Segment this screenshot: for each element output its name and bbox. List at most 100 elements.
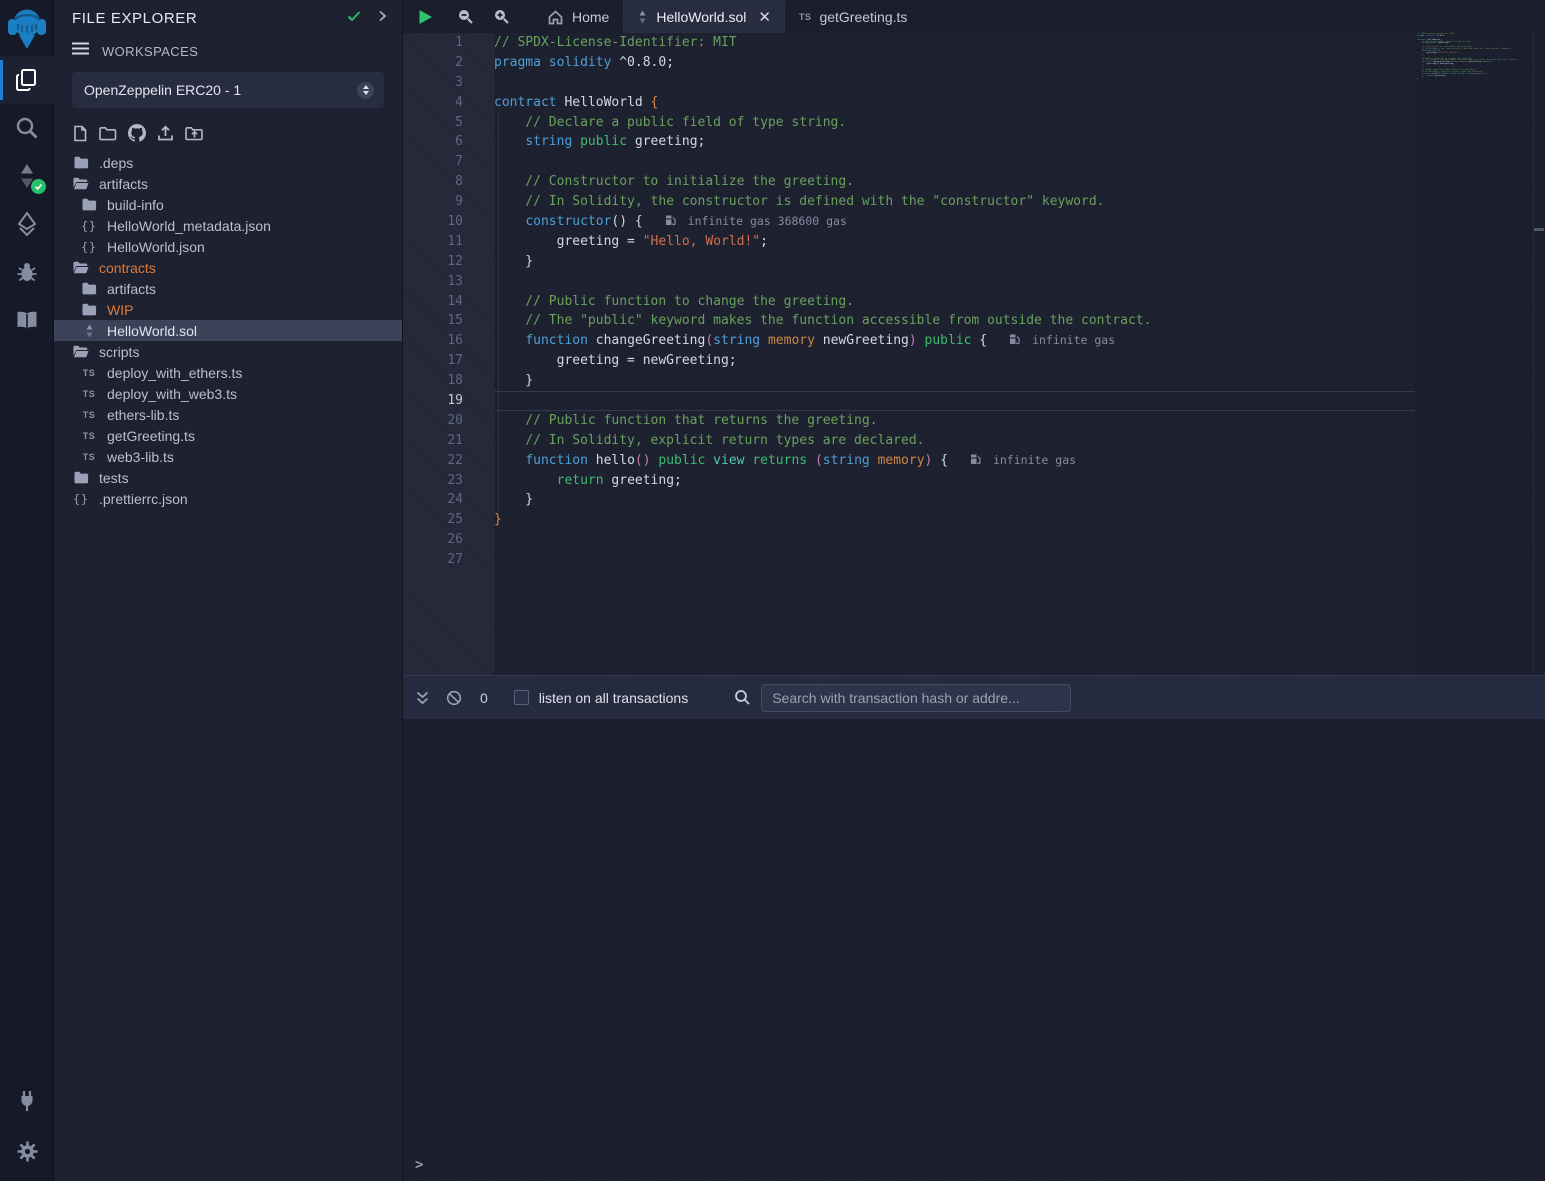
code-line-6: string public greeting;	[494, 132, 1415, 152]
tree-item-contracts[interactable]: contracts	[54, 257, 402, 278]
tree-item-.deps[interactable]: .deps	[54, 152, 402, 173]
workspaces-menu-icon[interactable]	[72, 42, 89, 60]
tree-item-artifacts[interactable]: artifacts	[54, 278, 402, 299]
tree-item-label: artifacts	[99, 176, 148, 192]
tab-getGreeting.ts[interactable]: TSgetGreeting.ts	[785, 0, 921, 33]
listen-transactions-checkbox[interactable]	[514, 690, 529, 705]
tree-item-label: scripts	[99, 344, 139, 360]
tree-item-label: deploy_with_ethers.ts	[107, 365, 242, 381]
rail-item-debugger[interactable]	[0, 248, 54, 296]
line-number: 9	[403, 192, 493, 212]
rail-item-file-explorer[interactable]	[0, 56, 54, 104]
tree-item-label: artifacts	[107, 281, 156, 297]
line-number: 17	[403, 351, 493, 371]
code-editor[interactable]: 1234567891011121314151617181920212223242…	[403, 33, 1545, 675]
line-number: 15	[403, 311, 493, 331]
tree-item-web3-lib.ts[interactable]: TSweb3-lib.ts	[54, 446, 402, 467]
code-line-13	[494, 272, 1415, 292]
tree-item-HelloWorld.json[interactable]: {}HelloWorld.json	[54, 236, 402, 257]
tree-item-deploy_with_ethers.ts[interactable]: TSdeploy_with_ethers.ts	[54, 362, 402, 383]
collapse-panel-chevron-icon[interactable]	[376, 9, 388, 27]
line-number: 2	[403, 53, 493, 73]
tree-item-artifacts[interactable]: artifacts	[54, 173, 402, 194]
solidity-icon	[637, 10, 648, 24]
upload-file-icon[interactable]	[157, 125, 174, 142]
minimap[interactable]: // SPDX-License-Identifier: MITpragma so…	[1417, 34, 1501, 85]
remix-logo[interactable]	[0, 0, 54, 56]
line-number: 27	[403, 550, 493, 570]
tree-item-tests[interactable]: tests	[54, 467, 402, 488]
code-line-21: // In Solidity, explicit return types ar…	[494, 431, 1415, 451]
new-folder-icon[interactable]	[99, 126, 117, 141]
code-line-3	[494, 73, 1415, 93]
line-number: 24	[403, 490, 493, 510]
settings-icon	[16, 1140, 39, 1163]
new-file-icon[interactable]	[72, 125, 88, 142]
rail-item-deploy-run[interactable]	[0, 200, 54, 248]
line-number: 8	[403, 172, 493, 192]
expand-terminal-icon[interactable]	[415, 691, 430, 705]
code-line-27	[494, 550, 1415, 570]
scrollbar-marker	[1534, 228, 1544, 231]
code-line-9: // In Solidity, the constructor is defin…	[494, 192, 1415, 212]
tree-item-.prettierrc.json[interactable]: {}.prettierrc.json	[54, 488, 402, 509]
listen-transactions-label: listen on all transactions	[539, 690, 688, 706]
code-line-24: }	[494, 490, 1415, 510]
line-number: 22	[403, 451, 493, 471]
close-tab-icon[interactable]: ✕	[758, 8, 771, 26]
line-number: 6	[403, 132, 493, 152]
tab-label: Home	[572, 9, 609, 25]
github-icon[interactable]	[128, 124, 146, 142]
rail-item-learneth[interactable]	[0, 296, 54, 344]
tree-item-label: ethers-lib.ts	[107, 407, 179, 423]
code-line-5: // Declare a public field of type string…	[494, 113, 1415, 133]
tree-item-HelloWorld_metadata.json[interactable]: {}HelloWorld_metadata.json	[54, 215, 402, 236]
tree-item-label: HelloWorld.sol	[107, 323, 197, 339]
run-script-button[interactable]	[403, 0, 447, 33]
tree-item-label: .prettierrc.json	[99, 491, 188, 507]
editor-scrollbar[interactable]	[1533, 33, 1545, 675]
rail-bottom-items	[0, 1079, 53, 1175]
tree-item-build-info[interactable]: build-info	[54, 194, 402, 215]
terminal-search-input[interactable]	[761, 684, 1071, 712]
rail-item-settings[interactable]	[0, 1127, 54, 1175]
line-number: 18	[403, 371, 493, 391]
code-line-22: function hello() public view returns (st…	[494, 451, 1415, 471]
workspace-select[interactable]: OpenZeppelin ERC20 - 1	[72, 72, 384, 108]
folder-open-icon	[72, 177, 90, 190]
tabs: Home HelloWorld.sol✕TSgetGreeting.ts	[533, 0, 921, 33]
tree-item-getGreeting.ts[interactable]: TSgetGreeting.ts	[54, 425, 402, 446]
line-number: 13	[403, 272, 493, 292]
zoom-in-button[interactable]	[483, 0, 519, 33]
code-line-15: // The "public" keyword makes the functi…	[494, 311, 1415, 331]
rail-item-plugin-manager[interactable]	[0, 1079, 54, 1127]
tree-item-ethers-lib.ts[interactable]: TSethers-lib.ts	[54, 404, 402, 425]
tab-Home[interactable]: Home	[533, 0, 623, 33]
rail-item-search[interactable]	[0, 104, 54, 152]
tab-HelloWorld.sol[interactable]: HelloWorld.sol✕	[623, 0, 785, 33]
code-line-16: function changeGreeting(string memory ne…	[494, 331, 1415, 351]
code-line-2: pragma solidity ^0.8.0;	[494, 53, 1415, 73]
zoom-out-button[interactable]	[447, 0, 483, 33]
folder-open-icon	[72, 345, 90, 358]
gas-estimate-annotation: infinite gas 368600 gas	[665, 214, 847, 228]
tree-item-scripts[interactable]: scripts	[54, 341, 402, 362]
line-number: 3	[403, 73, 493, 93]
file-explorer-panel: FILE EXPLORER WORKSPACES OpenZeppelin ER…	[54, 0, 403, 1181]
tree-item-WIP[interactable]: WIP	[54, 299, 402, 320]
tree-item-deploy_with_web3.ts[interactable]: TSdeploy_with_web3.ts	[54, 383, 402, 404]
workspaces-label: WORKSPACES	[102, 44, 198, 59]
file-explorer-icon	[14, 67, 40, 93]
folder-open-icon	[72, 261, 90, 274]
line-number-gutter: 1234567891011121314151617181920212223242…	[403, 33, 493, 675]
folder-icon	[80, 282, 98, 295]
rail-item-solidity-compiler[interactable]	[0, 152, 54, 200]
terminal-output[interactable]: >	[403, 719, 1545, 1181]
clear-console-icon[interactable]	[446, 690, 462, 706]
tree-item-label: build-info	[107, 197, 164, 213]
code-line-10: constructor() { infinite gas 368600 gas	[494, 212, 1415, 232]
upload-folder-icon[interactable]	[185, 126, 204, 141]
tree-item-label: .deps	[99, 155, 133, 171]
debugger-icon	[15, 260, 39, 284]
tree-item-HelloWorld.sol[interactable]: HelloWorld.sol	[54, 320, 402, 341]
